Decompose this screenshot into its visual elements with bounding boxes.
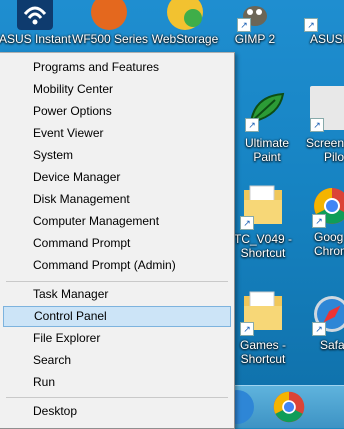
menu-item-control-panel[interactable]: Control Panel [3, 306, 231, 327]
folder-icon: ↗ [240, 288, 286, 336]
shortcut-arrow-icon: ↗ [312, 322, 326, 336]
menu-item-event-viewer[interactable]: Event Viewer [3, 123, 231, 144]
ultimate-paint-icon[interactable]: ↗ Ultimate Paint [230, 86, 304, 164]
wf500-series-icon[interactable]: WF500 Series [72, 0, 149, 46]
safari-compass-icon: ↗ [312, 294, 344, 336]
chrome-icon[interactable]: ↗ GoogChrom [304, 186, 344, 258]
desktop-icon-label: GoogChrom [314, 230, 344, 258]
menu-separator [6, 281, 228, 282]
taskbar-chrome-icon[interactable] [272, 390, 306, 424]
menu-item-programs-and-features[interactable]: Programs and Features [3, 57, 231, 78]
power-user-menu: Programs and Features Mobility Center Po… [0, 52, 235, 429]
menu-item-mobility-center[interactable]: Mobility Center [3, 79, 231, 100]
safari-icon[interactable]: ↗ Safa [304, 294, 344, 352]
desktop-icon-label: WebStorage [151, 32, 219, 46]
menu-item-run[interactable]: Run [3, 372, 231, 393]
folder-icon: ↗ [240, 182, 286, 230]
desktop-icon-label: TC_V049 - Shortcut [233, 232, 293, 260]
menu-item-system[interactable]: System [3, 145, 231, 166]
webstorage-icon[interactable]: WebStorage [148, 0, 222, 46]
shortcut-arrow-icon: ↗ [240, 216, 254, 230]
shortcut-arrow-icon: ↗ [245, 118, 259, 132]
desktop-icon-label: WF500 Series [72, 32, 149, 46]
menu-item-search[interactable]: Search [3, 350, 231, 371]
desktop-icon-label: Ultimate Paint [244, 136, 289, 164]
asusd-icon[interactable]: ↗ ASUSD [296, 0, 344, 46]
desktop-icon-label: GIMP 2 [234, 32, 276, 46]
menu-item-computer-management[interactable]: Computer Management [3, 211, 231, 232]
menu-item-disk-management[interactable]: Disk Management [3, 189, 231, 210]
firefox-icon [91, 0, 127, 30]
shortcut-arrow-icon: ↗ [240, 322, 254, 336]
screenshot-pilot-icon[interactable]: ↗ ScreensPilo [304, 86, 344, 164]
desktop-icon-label: ScreensPilo [306, 136, 344, 164]
paint-leaf-icon: ↗ [245, 86, 289, 132]
menu-item-file-explorer[interactable]: File Explorer [3, 328, 231, 349]
menu-item-command-prompt[interactable]: Command Prompt [3, 233, 231, 254]
desktop-icon-label: ASUS Instant [0, 32, 72, 46]
folder-shortcut-icon[interactable]: ↗ TC_V049 - Shortcut [226, 182, 300, 260]
menu-item-power-options[interactable]: Power Options [3, 101, 231, 122]
asus-instant-icon[interactable]: ASUS Instant [0, 0, 72, 46]
menu-item-task-manager[interactable]: Task Manager [3, 284, 231, 305]
shortcut-arrow-icon: ↗ [304, 18, 318, 32]
menu-item-command-prompt-admin[interactable]: Command Prompt (Admin) [3, 255, 231, 276]
menu-item-desktop[interactable]: Desktop [3, 401, 231, 422]
asus-app-icon: ↗ [304, 0, 340, 32]
menu-separator [6, 397, 228, 398]
chrome-logo-icon: ↗ [312, 186, 344, 228]
gimp-icon[interactable]: ↗ GIMP 2 [218, 0, 292, 46]
games-folder-icon[interactable]: ↗ Games - Shortcut [226, 288, 300, 366]
shortcut-arrow-icon: ↗ [310, 118, 324, 132]
desktop-icon-label: ASUSD [310, 32, 344, 46]
webstorage-cloud-icon [167, 0, 203, 30]
menu-item-device-manager[interactable]: Device Manager [3, 167, 231, 188]
shortcut-arrow-icon: ↗ [237, 18, 251, 32]
shortcut-arrow-icon: ↗ [312, 214, 326, 228]
wifi-icon [17, 0, 53, 30]
desktop-icon-label: Games - Shortcut [239, 338, 286, 366]
desktop-icon-label: Safa [320, 338, 344, 352]
gimp-mascot-icon: ↗ [237, 0, 273, 32]
screenshot-doc-icon: ↗ [310, 86, 344, 132]
